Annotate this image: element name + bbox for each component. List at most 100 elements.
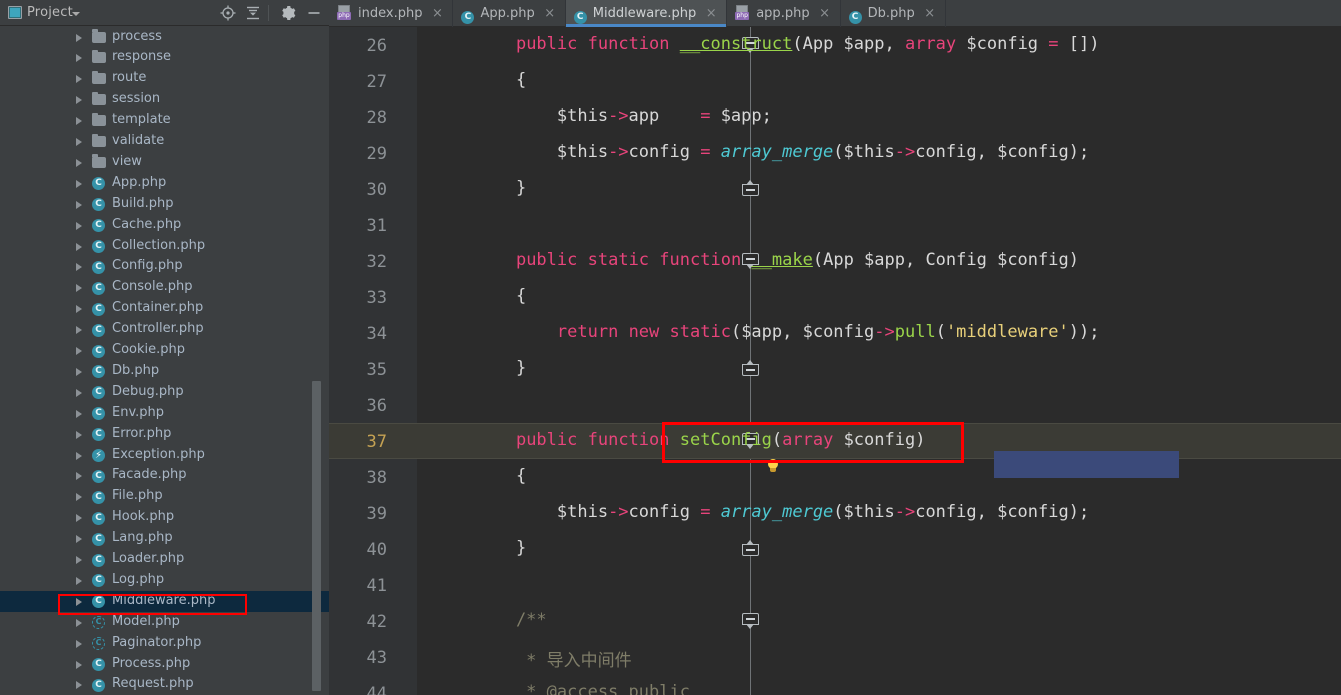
tree-item-session[interactable]: session — [0, 89, 329, 110]
code-line-39[interactable]: 39 $this->config = array_merge($this->co… — [329, 495, 1341, 531]
expand-arrow-icon[interactable] — [76, 117, 82, 126]
code-fold-up-icon[interactable] — [742, 540, 759, 559]
code-line-35[interactable]: 35 } — [329, 351, 1341, 387]
tree-item-template[interactable]: template — [0, 110, 329, 131]
close-icon[interactable]: × — [819, 0, 831, 27]
tree-item-cookie-php[interactable]: Cookie.php — [0, 340, 329, 361]
tree-item-console-php[interactable]: Console.php — [0, 277, 329, 298]
expand-arrow-icon[interactable] — [76, 618, 82, 627]
code-line-29[interactable]: 29 $this->config = array_merge($this->co… — [329, 135, 1341, 171]
expand-arrow-icon[interactable] — [76, 284, 82, 293]
code-line-32[interactable]: 32 public static function __make(App $ap… — [329, 243, 1341, 279]
code-fold-up-icon[interactable] — [742, 180, 759, 199]
code-line-44[interactable]: 44 * @access public — [329, 675, 1341, 695]
code-line-27[interactable]: 27 { — [329, 63, 1341, 99]
expand-arrow-icon[interactable] — [76, 326, 82, 335]
expand-arrow-icon[interactable] — [76, 263, 82, 272]
editor-tab-app-php[interactable]: app.php × — [727, 0, 841, 27]
editor-tab-db-php[interactable]: Db.php × — [841, 0, 946, 27]
editor-tab-index-php[interactable]: index.php × — [329, 0, 454, 27]
expand-arrow-icon[interactable] — [76, 96, 82, 105]
code-line-30[interactable]: 30 } — [329, 171, 1341, 207]
tree-item-collection-php[interactable]: Collection.php — [0, 236, 329, 257]
expand-arrow-icon[interactable] — [76, 179, 82, 188]
tree-item-process-php[interactable]: Process.php — [0, 654, 329, 675]
expand-arrow-icon[interactable] — [76, 556, 82, 564]
tree-item-error-php[interactable]: Error.php — [0, 424, 329, 445]
code-line-36[interactable]: 36 — [329, 387, 1341, 423]
tree-item-env-php[interactable]: Env.php — [0, 403, 329, 424]
tree-item-view[interactable]: view — [0, 152, 329, 173]
tree-item-paginator-php[interactable]: Paginator.php — [0, 633, 329, 654]
close-icon[interactable]: × — [924, 0, 936, 27]
expand-arrow-icon[interactable] — [76, 514, 82, 523]
tree-item-build-php[interactable]: Build.php — [0, 194, 329, 215]
code-fold-up-icon[interactable] — [742, 360, 759, 379]
tree-item-response[interactable]: response — [0, 47, 329, 68]
tree-item-validate[interactable]: validate — [0, 131, 329, 152]
code-editor[interactable]: 26 public function __construct(App $app,… — [329, 27, 1341, 695]
minimize-icon[interactable] — [305, 4, 323, 22]
tree-item-file-php[interactable]: File.php — [0, 486, 329, 507]
expand-arrow-icon[interactable] — [76, 535, 82, 544]
expand-arrow-icon[interactable] — [76, 367, 82, 376]
tree-item-request-php[interactable]: Request.php — [0, 674, 329, 695]
expand-arrow-icon[interactable] — [76, 388, 82, 397]
expand-arrow-icon[interactable] — [76, 158, 82, 167]
tree-item-loader-php[interactable]: Loader.php — [0, 549, 329, 570]
expand-arrow-icon[interactable] — [76, 138, 82, 146]
tree-item-process[interactable]: process — [0, 27, 329, 48]
editor-tab-bar[interactable]: index.php×App.php×Middleware.php×app.php… — [329, 0, 1341, 27]
expand-arrow-icon[interactable] — [76, 347, 82, 355]
close-icon[interactable]: × — [705, 0, 717, 27]
code-line-40[interactable]: 40 } — [329, 531, 1341, 567]
tree-item-facade-php[interactable]: Facade.php — [0, 465, 329, 486]
expand-arrow-icon[interactable] — [76, 660, 82, 669]
expand-arrow-icon[interactable] — [76, 221, 82, 230]
chevron-down-icon[interactable] — [72, 12, 80, 16]
tree-item-config-php[interactable]: Config.php — [0, 256, 329, 277]
tree-item-controller-php[interactable]: Controller.php — [0, 319, 329, 340]
expand-arrow-icon[interactable] — [76, 451, 82, 460]
tree-item-container-php[interactable]: Container.php — [0, 298, 329, 319]
code-line-41[interactable]: 41 — [329, 567, 1341, 603]
tree-item-debug-php[interactable]: Debug.php — [0, 382, 329, 403]
code-line-42[interactable]: 42 /** — [329, 603, 1341, 639]
code-line-33[interactable]: 33 { — [329, 279, 1341, 315]
expand-arrow-icon[interactable] — [76, 409, 82, 418]
code-line-43[interactable]: 43 * 导入中间件 — [329, 639, 1341, 675]
expand-arrow-icon[interactable] — [76, 305, 82, 314]
tree-item-log-php[interactable]: Log.php — [0, 570, 329, 591]
expand-arrow-icon[interactable] — [76, 681, 82, 690]
expand-arrow-icon[interactable] — [76, 200, 82, 209]
code-line-38[interactable]: 38 { — [329, 459, 1341, 495]
code-line-28[interactable]: 28 $this->app = $app; — [329, 99, 1341, 135]
tree-item-lang-php[interactable]: Lang.php — [0, 528, 329, 549]
tree-item-cache-php[interactable]: Cache.php — [0, 215, 329, 236]
expand-arrow-icon[interactable] — [76, 242, 82, 251]
editor-tab-middleware-php[interactable]: Middleware.php × — [565, 0, 728, 27]
tree-item-hook-php[interactable]: Hook.php — [0, 507, 329, 528]
tree-item-exception-php[interactable]: Exception.php — [0, 445, 329, 466]
expand-arrow-icon[interactable] — [76, 639, 82, 648]
expand-arrow-icon[interactable] — [76, 576, 82, 585]
expand-arrow-icon[interactable] — [76, 54, 82, 63]
code-line-26[interactable]: 26 public function __construct(App $app,… — [329, 27, 1341, 63]
close-icon[interactable]: × — [544, 0, 556, 27]
close-icon[interactable]: × — [431, 0, 443, 27]
code-line-34[interactable]: 34 return new static($app, $config->pull… — [329, 315, 1341, 351]
expand-arrow-icon[interactable] — [76, 33, 82, 42]
tree-item-app-php[interactable]: App.php — [0, 173, 329, 194]
expand-arrow-icon[interactable] — [76, 472, 82, 481]
expand-arrow-icon[interactable] — [76, 75, 82, 84]
project-scrollbar-thumb[interactable] — [312, 381, 321, 691]
tree-item-db-php[interactable]: Db.php — [0, 361, 329, 382]
gear-icon[interactable] — [279, 4, 297, 22]
locate-icon[interactable] — [219, 4, 237, 22]
code-fold-down-icon[interactable] — [742, 613, 759, 629]
collapse-all-icon[interactable] — [244, 4, 262, 22]
editor-tab-app-php[interactable]: App.php × — [453, 0, 566, 27]
tree-item-route[interactable]: route — [0, 68, 329, 89]
code-line-31[interactable]: 31 — [329, 207, 1341, 243]
expand-arrow-icon[interactable] — [76, 430, 82, 439]
